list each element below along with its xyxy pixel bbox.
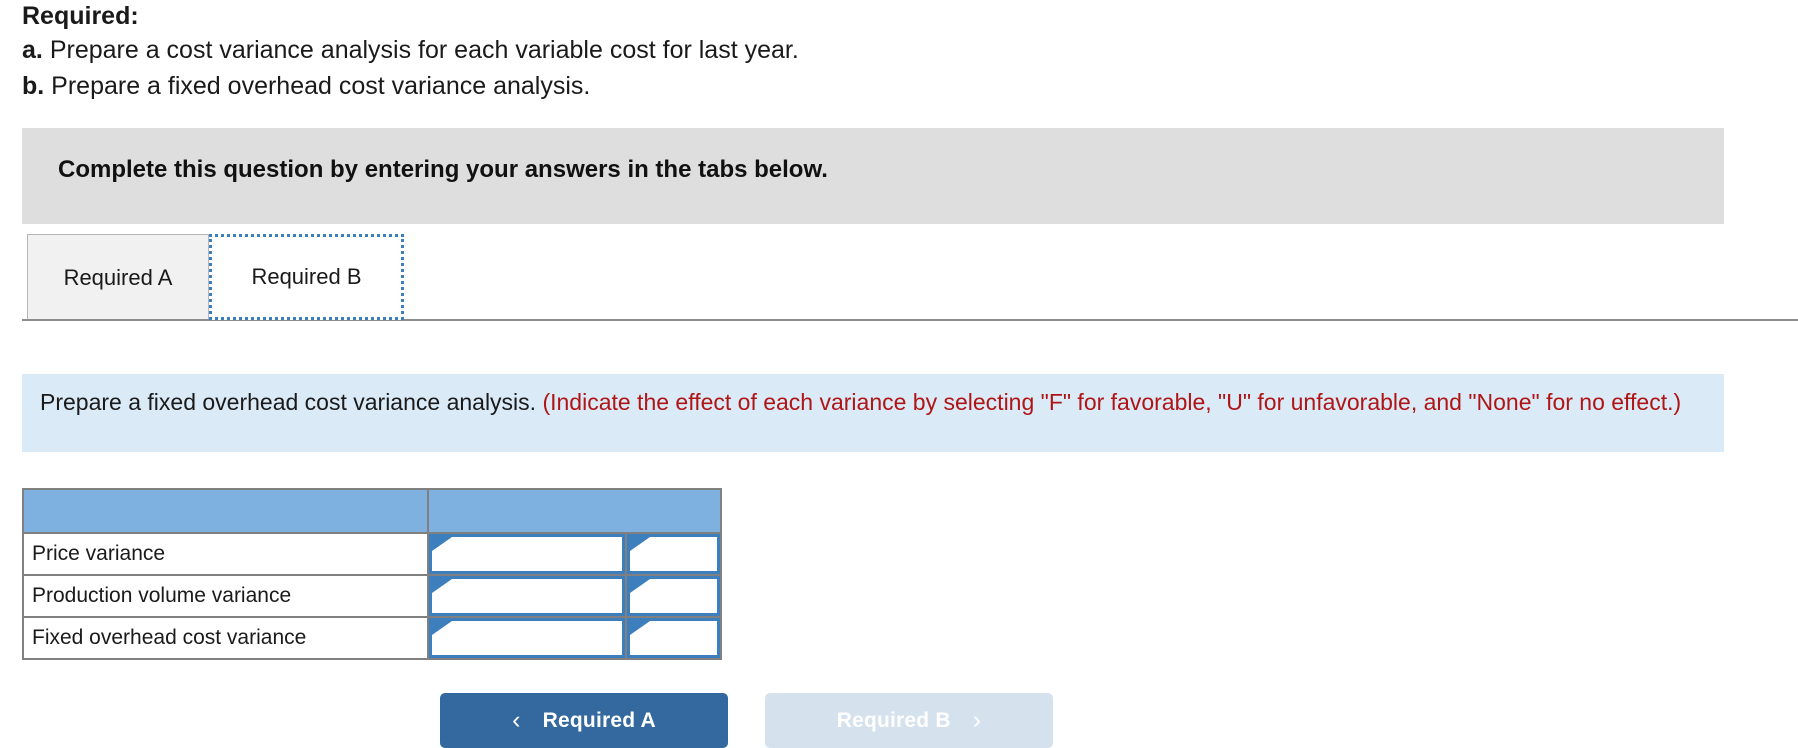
cell-fixed-overhead-cost-variance-amount[interactable] — [427, 616, 627, 660]
table-row: Price variance — [22, 532, 722, 576]
required-item-a-label: a. — [22, 36, 43, 64]
dropdown-marker-icon — [630, 621, 650, 635]
input-price-variance-effect[interactable] — [627, 534, 720, 574]
prompt-main-text: Prepare a fixed overhead cost variance a… — [40, 389, 537, 415]
input-price-variance-amount[interactable] — [429, 534, 625, 574]
table-header-row — [22, 488, 722, 534]
required-item-a: a. Prepare a cost variance analysis for … — [22, 32, 1222, 68]
question-page: Required: a. Prepare a cost variance ana… — [0, 0, 1798, 748]
cell-fixed-overhead-cost-variance-effect[interactable] — [625, 616, 722, 660]
footer-navigation: ‹ Required A Required B › — [440, 693, 1053, 748]
required-block: Required: a. Prepare a cost variance ana… — [22, 0, 1222, 104]
required-item-b-label: b. — [22, 72, 45, 100]
table-row: Production volume variance — [22, 574, 722, 618]
tab-required-a-label: Required A — [63, 264, 173, 290]
chevron-left-icon: ‹ — [512, 706, 521, 734]
input-fixed-overhead-cost-variance-effect[interactable] — [627, 618, 720, 658]
tab-required-a[interactable]: Required A — [27, 234, 209, 320]
input-production-volume-variance-amount[interactable] — [429, 576, 625, 616]
input-fixed-overhead-cost-variance-amount[interactable] — [429, 618, 625, 658]
dropdown-marker-icon — [432, 621, 452, 635]
input-production-volume-variance-effect[interactable] — [627, 576, 720, 616]
required-heading: Required: — [22, 2, 139, 30]
table-header-cell-label — [22, 488, 429, 534]
required-item-b-text: Prepare a fixed overhead cost variance a… — [51, 72, 591, 100]
row-label-price-variance: Price variance — [22, 532, 429, 576]
cell-production-volume-variance-effect[interactable] — [625, 574, 722, 618]
row-label-production-volume-variance: Production volume variance — [22, 574, 429, 618]
table-row: Fixed overhead cost variance — [22, 616, 722, 660]
fixed-overhead-variance-table: Price variance Production volume varianc… — [22, 488, 722, 660]
dropdown-marker-icon — [432, 579, 452, 593]
nav-next-required-b-button[interactable]: Required B › — [765, 693, 1053, 748]
nav-prev-required-a-button[interactable]: ‹ Required A — [440, 693, 728, 748]
tab-required-b[interactable]: Required B — [209, 234, 404, 320]
prompt-text: Prepare a fixed overhead cost variance a… — [40, 386, 1706, 418]
dropdown-marker-icon — [630, 537, 650, 551]
dropdown-marker-icon — [432, 537, 452, 551]
dropdown-marker-icon — [630, 579, 650, 593]
tab-strip: Required A Required B — [0, 234, 1798, 324]
prompt-box: Prepare a fixed overhead cost variance a… — [22, 374, 1724, 452]
complete-question-banner: Complete this question by entering your … — [22, 128, 1724, 224]
required-item-b: b. Prepare a fixed overhead cost varianc… — [22, 68, 1222, 104]
prompt-hint-text: (Indicate the effect of each variance by… — [542, 389, 1682, 415]
nav-next-required-b-label: Required B — [836, 708, 951, 732]
required-item-a-text: Prepare a cost variance analysis for eac… — [49, 36, 799, 64]
nav-prev-required-a-label: Required A — [542, 708, 656, 732]
cell-production-volume-variance-amount[interactable] — [427, 574, 627, 618]
cell-price-variance-effect[interactable] — [625, 532, 722, 576]
complete-question-banner-text: Complete this question by entering your … — [58, 156, 828, 183]
table-header-cell-amount — [427, 488, 722, 534]
chevron-right-icon: › — [972, 706, 982, 734]
cell-price-variance-amount[interactable] — [427, 532, 627, 576]
row-label-fixed-overhead-cost-variance: Fixed overhead cost variance — [22, 616, 429, 660]
tab-required-b-label: Required B — [251, 264, 362, 289]
